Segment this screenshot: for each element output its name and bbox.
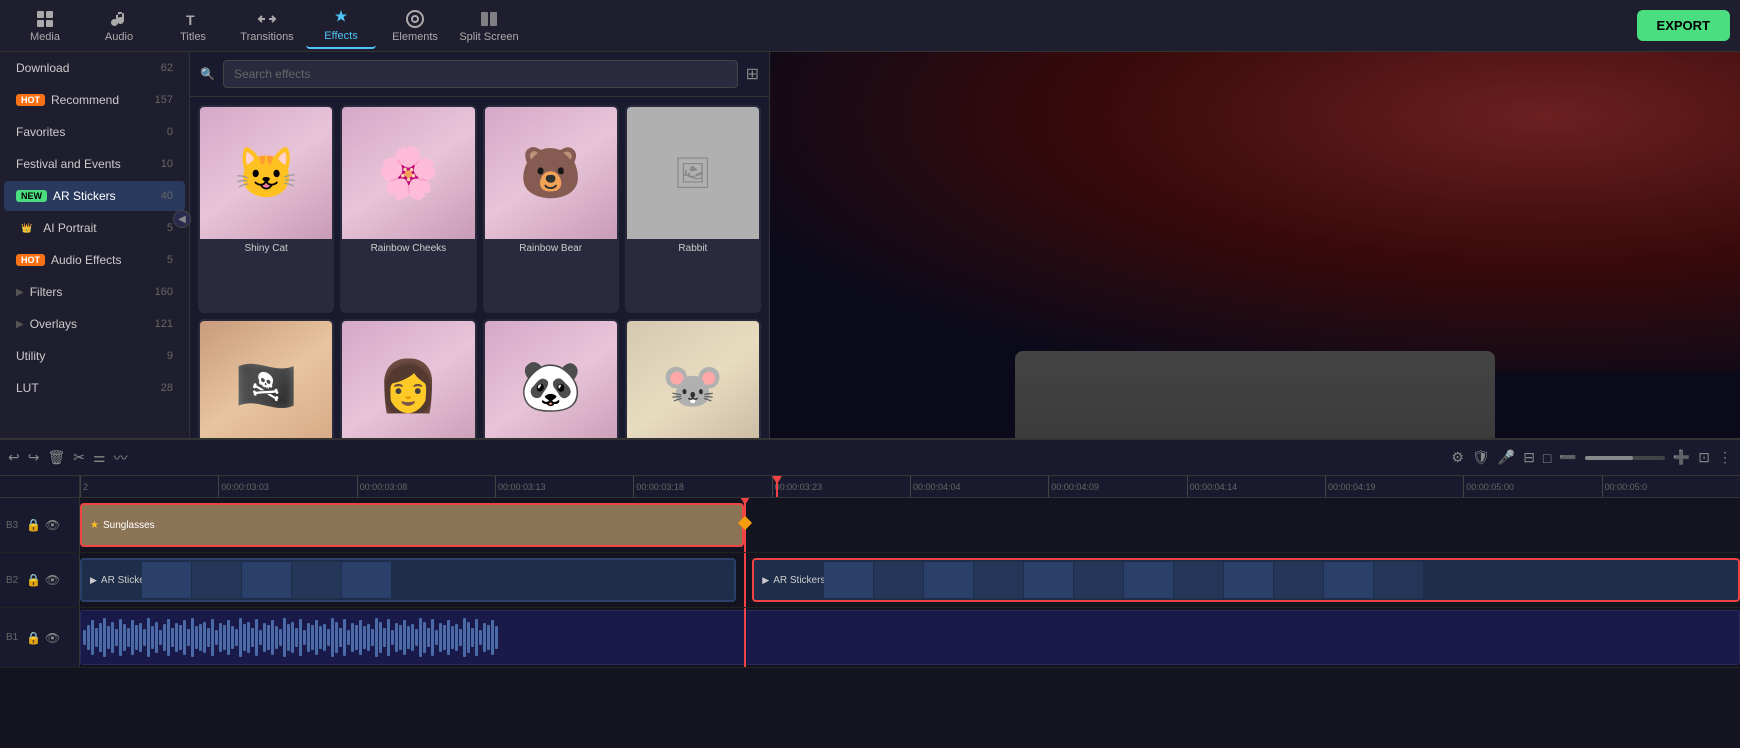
sidebar-item-lut[interactable]: LUT 28: [4, 373, 185, 403]
sidebar-item-overlays[interactable]: ▶ Overlays 121: [4, 309, 185, 339]
track-row-b3: B3 🔒 👁 ★ Sunglasses: [0, 498, 1740, 553]
sidebar-item-festival[interactable]: Festival and Events 10: [4, 149, 185, 179]
track-row-b2: B2 🔒 👁 ▶ AR Stickers: [0, 553, 1740, 608]
lock-icon-b3[interactable]: 🔒: [26, 518, 41, 532]
track-b1-content[interactable]: [80, 608, 1740, 667]
new-badge: NEW: [16, 190, 47, 202]
audio-playhead: [744, 608, 746, 667]
crown-badge: 👑: [16, 222, 37, 235]
lock-icon-b1[interactable]: 🔒: [26, 631, 41, 645]
delete-button[interactable]: 🗑: [47, 449, 65, 466]
track-b2-content[interactable]: ▶ AR Stickers ▶ AR Stickers: [80, 553, 1740, 607]
toolbar-titles[interactable]: T Titles: [158, 3, 228, 49]
sidebar-item-favorites[interactable]: Favorites 0: [4, 117, 185, 147]
export-button[interactable]: EXPORT: [1637, 10, 1730, 41]
audio-clip[interactable]: [80, 610, 1740, 665]
search-bar: 🔍 ⊞: [190, 52, 769, 97]
timeline-tracks: B3 🔒 👁 ★ Sunglasses B2 🔒 �: [0, 498, 1740, 748]
search-icon: 🔍: [200, 67, 215, 81]
zoom-in-icon[interactable]: ➕: [1673, 449, 1690, 466]
toolbar-audio[interactable]: Audio: [84, 3, 154, 49]
undo-button[interactable]: ↩: [8, 449, 20, 466]
eye-icon-b3[interactable]: 👁: [45, 518, 60, 532]
audio-wave-button[interactable]: 〰: [114, 448, 128, 468]
fit-icon[interactable]: ⊡: [1698, 449, 1710, 466]
sidebar-item-ar-stickers[interactable]: NEW AR Stickers 40: [4, 181, 185, 211]
timeline-ruler: 2 00:00:03:03 00:00:03:08 00:00:03:13 00…: [0, 476, 1740, 498]
timeline-toolbar: ↩ ↪ 🗑 ✂ ⚌ 〰 ⚙ 🛡 🎤 ⊟ □ ➖ ➕ ⊡ ⋮: [0, 440, 1740, 476]
effect-rabbit[interactable]: 🖼 Rabbit: [625, 105, 761, 313]
more-tl-icon[interactable]: ⋮: [1718, 449, 1732, 466]
settings-icon[interactable]: ⚙: [1451, 449, 1464, 466]
track-b3-content[interactable]: ★ Sunglasses: [80, 498, 1740, 552]
sidebar-item-ai-portrait[interactable]: 👑 AI Portrait 5: [4, 213, 185, 243]
expand-icon-2: ▶: [16, 319, 24, 330]
search-input[interactable]: [223, 60, 738, 88]
sidebar-item-download[interactable]: Download 62: [4, 53, 185, 83]
hot-badge: HOT: [16, 94, 45, 106]
zoom-out-icon[interactable]: ➖: [1559, 449, 1576, 466]
track-b1-controls: B1 🔒 👁: [0, 608, 80, 667]
zoom-slider[interactable]: [1585, 456, 1665, 460]
toolbar-effects[interactable]: Effects: [306, 3, 376, 49]
audio-track-icon[interactable]: ⊟: [1523, 449, 1535, 466]
eye-icon-b2[interactable]: 👁: [45, 573, 60, 587]
sidebar-item-filters[interactable]: ▶ Filters 160: [4, 277, 185, 307]
eye-icon-b1[interactable]: 👁: [45, 631, 60, 645]
hot-badge-2: HOT: [16, 254, 45, 266]
lock-icon-b2[interactable]: 🔒: [26, 573, 41, 587]
cut-button[interactable]: ✂: [73, 449, 85, 466]
track-b3-number: B3: [6, 520, 22, 531]
grid-layout-icon[interactable]: ⊞: [746, 64, 759, 84]
sidebar-item-recommend[interactable]: HOT Recommend 157: [4, 85, 185, 115]
effect-rainbow-cheeks[interactable]: 🌸 Rainbow Cheeks: [340, 105, 476, 313]
expand-icon: ▶: [16, 287, 24, 298]
sidebar-item-audio-effects[interactable]: HOT Audio Effects 5: [4, 245, 185, 275]
sidebar-item-utility[interactable]: Utility 9: [4, 341, 185, 371]
clip-sunglasses[interactable]: ★ Sunglasses: [80, 503, 744, 547]
svg-text:T: T: [186, 12, 195, 28]
playhead-top: [740, 498, 750, 505]
track-b3-controls: B3 🔒 👁: [0, 498, 80, 552]
top-toolbar: Media Audio T Titles Transitions Effects…: [0, 0, 1740, 52]
track-b1-number: B1: [6, 632, 22, 643]
wave-bars: [81, 611, 1739, 664]
effect-rainbow-bear[interactable]: 🐻 Rainbow Bear: [483, 105, 619, 313]
subtitle-icon[interactable]: □: [1543, 450, 1551, 466]
shield-icon[interactable]: 🛡: [1472, 449, 1490, 466]
timeline-area: ↩ ↪ 🗑 ✂ ⚌ 〰 ⚙ 🛡 🎤 ⊟ □ ➖ ➕ ⊡ ⋮ 2 00:00:03…: [0, 438, 1740, 748]
effect-shiny-cat[interactable]: 😺 Shiny Cat: [198, 105, 334, 313]
clip-ar-stickers-1[interactable]: ▶ AR Stickers: [80, 558, 736, 602]
track-row-b1: B1 🔒 👁: [0, 608, 1740, 668]
track-b2-number: B2: [6, 575, 22, 586]
track-playhead: [744, 498, 746, 552]
redo-button[interactable]: ↪: [28, 449, 40, 466]
clip-ar-stickers-2[interactable]: ▶ AR Stickers: [752, 558, 1740, 602]
split-audio-button[interactable]: ⚌: [93, 449, 106, 466]
mic-icon[interactable]: 🎤: [1498, 449, 1515, 466]
track-b2-playhead: [744, 553, 746, 607]
toolbar-transitions[interactable]: Transitions: [232, 3, 302, 49]
toolbar-elements[interactable]: Elements: [380, 3, 450, 49]
track-b2-controls: B2 🔒 👁: [0, 553, 80, 607]
collapse-sidebar-button[interactable]: ◀: [173, 210, 190, 228]
toolbar-split-screen[interactable]: Split Screen: [454, 3, 524, 49]
audio-waveform: [81, 611, 1739, 664]
toolbar-media[interactable]: Media: [10, 3, 80, 49]
